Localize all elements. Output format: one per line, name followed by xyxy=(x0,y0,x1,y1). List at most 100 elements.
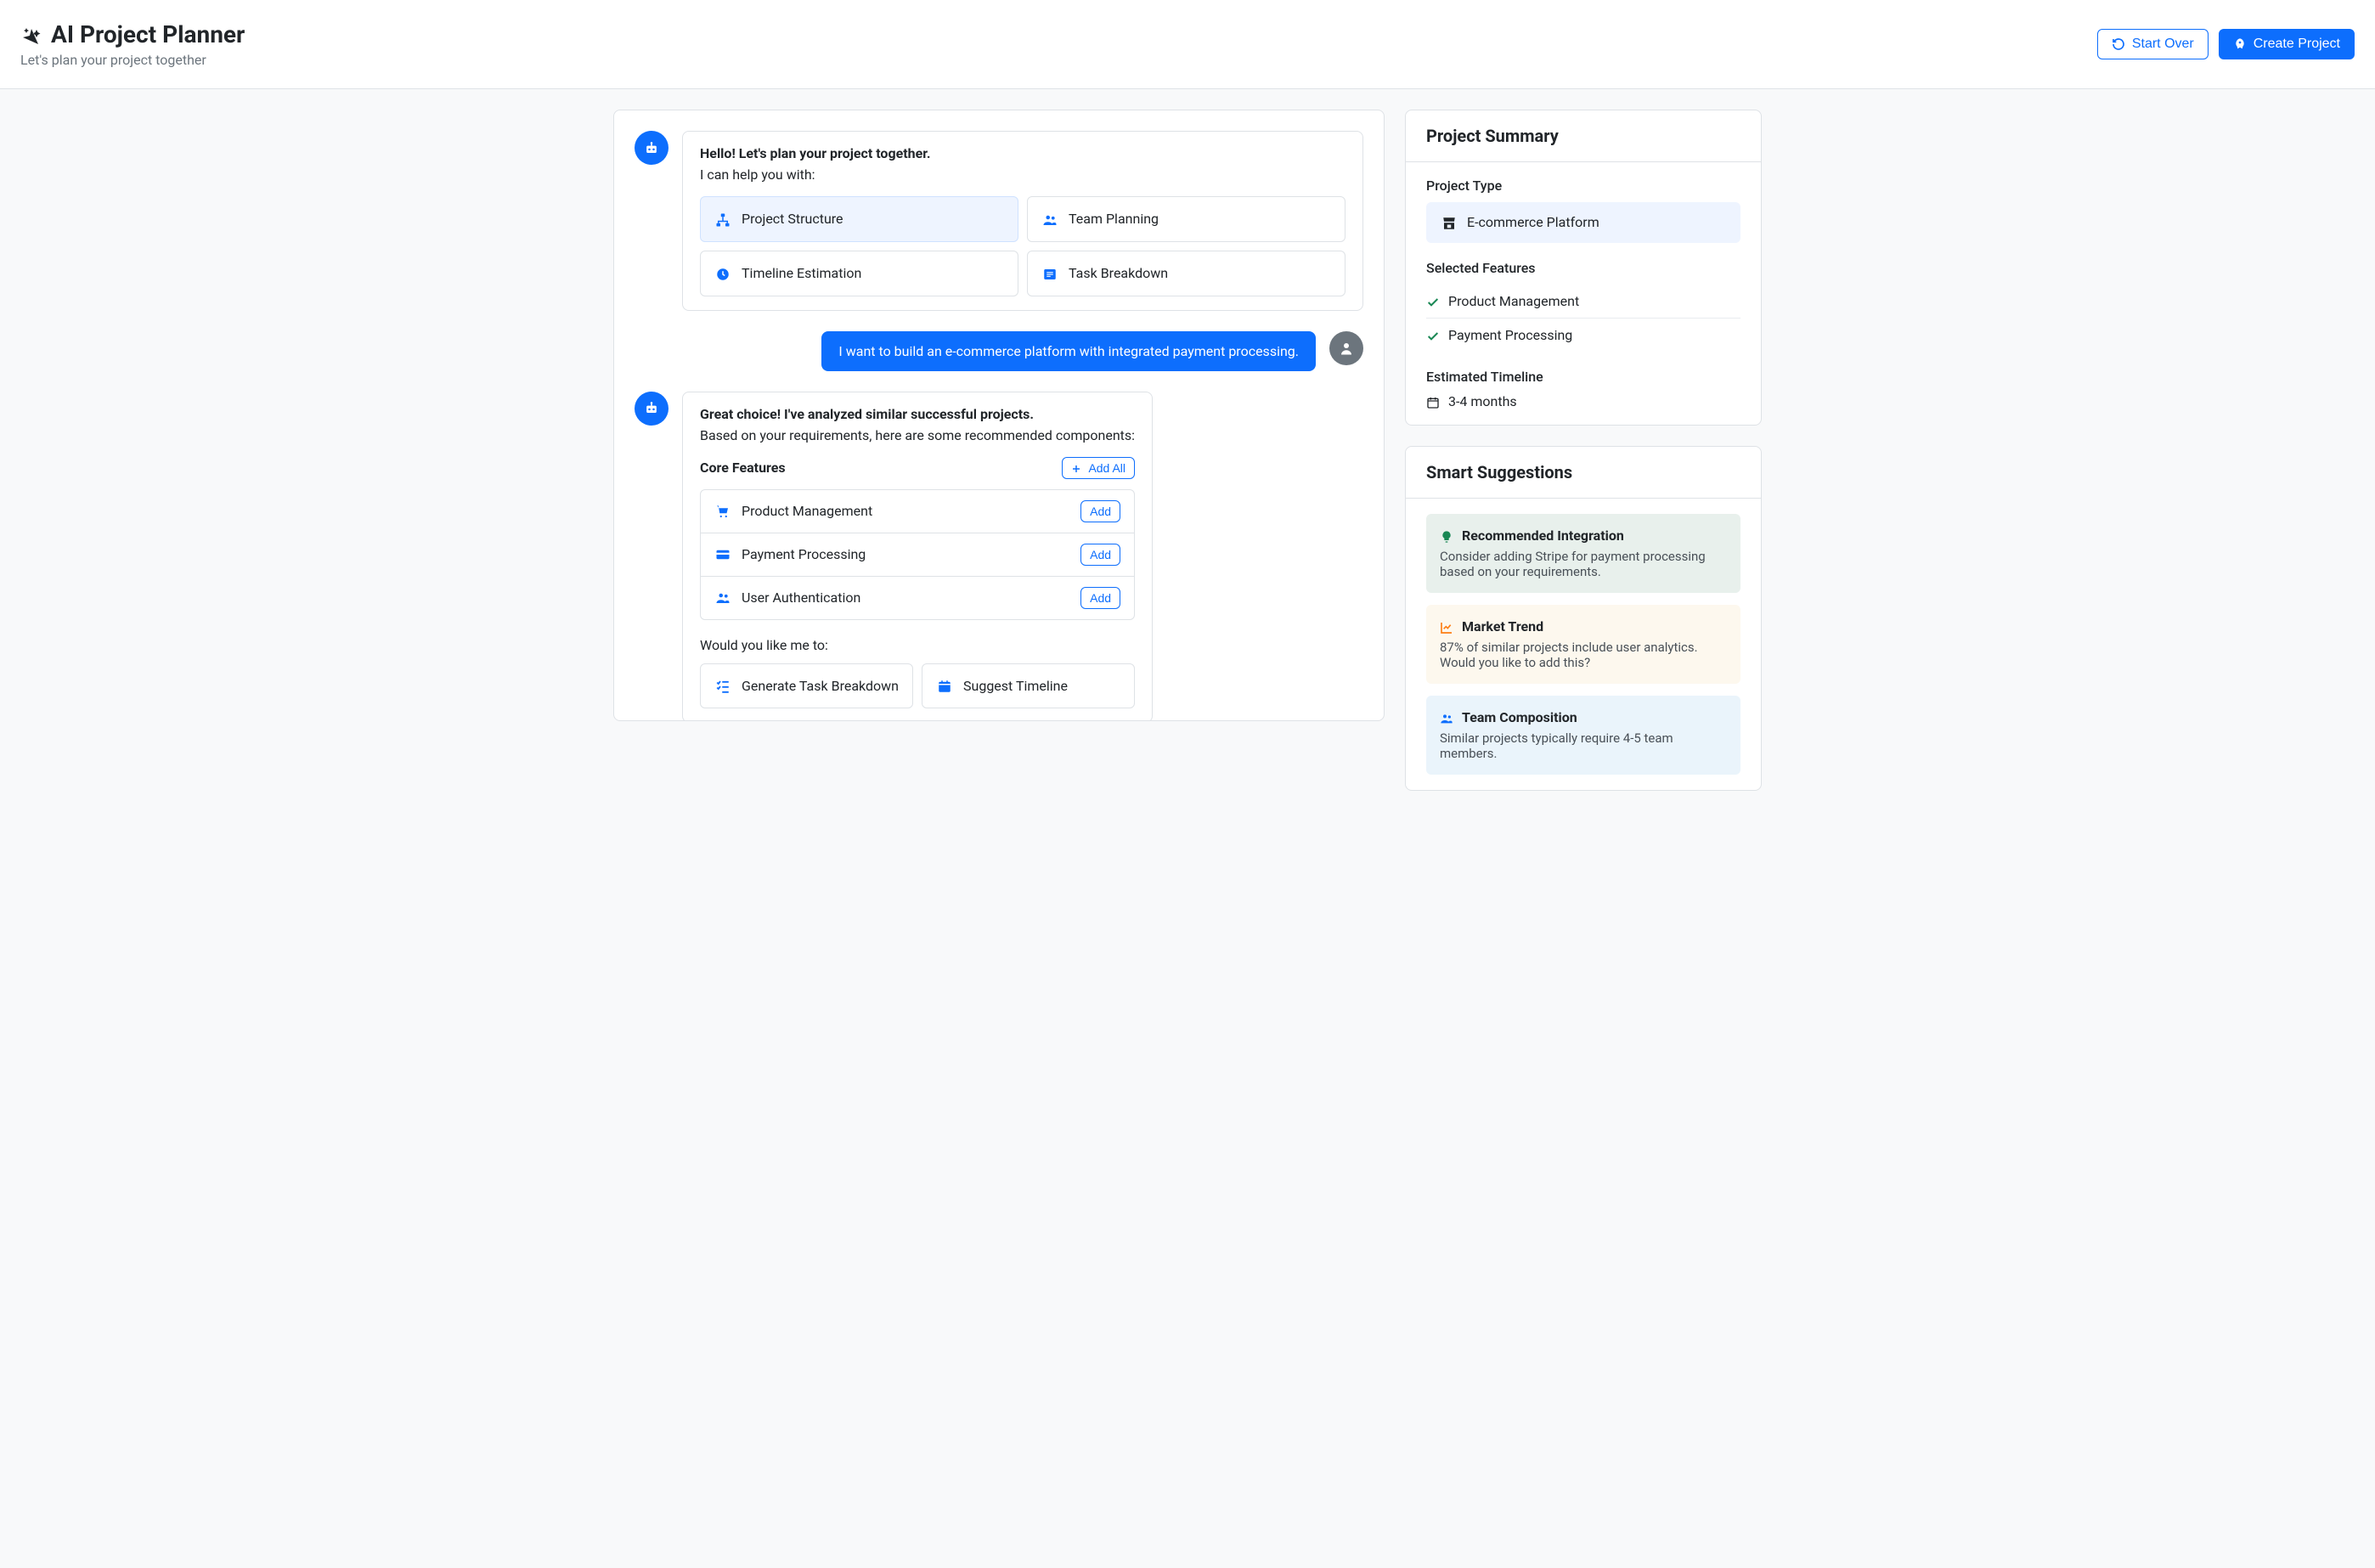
start-over-button[interactable]: Start Over xyxy=(2097,29,2209,59)
add-all-label: Add All xyxy=(1088,461,1125,475)
create-project-button[interactable]: Create Project xyxy=(2219,29,2355,59)
page-subtitle: Let's plan your project together xyxy=(20,52,245,68)
selected-feature-label: Payment Processing xyxy=(1448,327,1572,343)
sitemap-icon xyxy=(714,211,731,228)
project-summary-title: Project Summary xyxy=(1406,110,1761,162)
bot-avatar xyxy=(635,131,668,165)
add-all-button[interactable]: Add All xyxy=(1062,457,1135,479)
wand-icon xyxy=(20,20,41,48)
suggestion-item[interactable]: Recommended Integration Consider adding … xyxy=(1426,514,1740,593)
bot-help-text: I can help you with: xyxy=(700,166,1345,183)
selected-features-label: Selected Features xyxy=(1426,260,1740,276)
timeline-section: Estimated Timeline 3-4 months xyxy=(1426,369,1740,409)
option-suggest-timeline[interactable]: Suggest Timeline xyxy=(922,663,1135,709)
core-features-header: Core Features Add All xyxy=(700,457,1135,479)
selected-feature-item: Payment Processing xyxy=(1426,319,1740,352)
action-options: Generate Task Breakdown Suggest Timeline xyxy=(700,663,1135,709)
main-container: Hello! Let's plan your project together.… xyxy=(593,89,1782,811)
plus-icon xyxy=(1071,461,1081,475)
app-header: AI Project Planner Let's plan your proje… xyxy=(0,0,2375,89)
lightbulb-icon xyxy=(1440,527,1453,544)
option-team-planning[interactable]: Team Planning xyxy=(1027,196,1345,242)
page-title: AI Project Planner xyxy=(20,20,245,48)
feature-label: Payment Processing xyxy=(742,546,866,562)
project-type-label: Project Type xyxy=(1426,178,1740,194)
suggestion-body: Similar projects typically require 4-5 t… xyxy=(1440,730,1727,761)
add-feature-button[interactable]: Add xyxy=(1080,500,1120,522)
core-features-label: Core Features xyxy=(700,460,786,476)
add-feature-button[interactable]: Add xyxy=(1080,587,1120,609)
suggestion-title: Team Composition xyxy=(1440,709,1727,725)
option-project-structure[interactable]: Project Structure xyxy=(700,196,1018,242)
selected-feature-label: Product Management xyxy=(1448,293,1579,309)
smart-suggestions-card: Smart Suggestions Recommended Integratio… xyxy=(1405,446,1762,791)
shop-icon xyxy=(1441,214,1457,231)
users-icon xyxy=(1440,709,1453,725)
option-label: Timeline Estimation xyxy=(742,265,861,281)
project-summary-body: Project Type E-commerce Platform Selecte… xyxy=(1406,162,1761,425)
suggestion-title-text: Team Composition xyxy=(1462,709,1577,725)
create-project-label: Create Project xyxy=(2254,37,2340,52)
feature-label: User Authentication xyxy=(742,589,860,606)
option-timeline-estimation[interactable]: Timeline Estimation xyxy=(700,251,1018,296)
message-row: I want to build an e-commerce platform w… xyxy=(635,331,1363,371)
add-feature-button[interactable]: Add xyxy=(1080,544,1120,566)
bot-prompt-text: Would you like me to: xyxy=(700,637,1135,653)
bot-bubble: Hello! Let's plan your project together.… xyxy=(682,131,1363,311)
suggestion-title-text: Market Trend xyxy=(1462,618,1543,635)
timeline-value: 3-4 months xyxy=(1448,393,1517,409)
suggestion-body: 87% of similar projects include user ana… xyxy=(1440,640,1727,670)
feature-item-left: Product Management xyxy=(714,503,872,520)
smart-suggestions-title: Smart Suggestions xyxy=(1406,447,1761,499)
rotate-left-icon xyxy=(2112,37,2125,52)
project-summary-card: Project Summary Project Type E-commerce … xyxy=(1405,110,1762,426)
project-type-section: Project Type E-commerce Platform xyxy=(1426,178,1740,243)
smart-suggestions-body: Recommended Integration Consider adding … xyxy=(1406,499,1761,790)
users-icon xyxy=(1041,211,1058,228)
option-label: Suggest Timeline xyxy=(963,678,1068,694)
chart-line-icon xyxy=(1440,618,1453,635)
calendar-icon xyxy=(1426,393,1440,409)
suggestion-title: Recommended Integration xyxy=(1440,527,1727,544)
feature-item: User Authentication Add xyxy=(701,577,1134,619)
bot-avatar xyxy=(635,392,668,426)
option-generate-task-breakdown[interactable]: Generate Task Breakdown xyxy=(700,663,913,709)
project-type-value: E-commerce Platform xyxy=(1467,214,1599,230)
user-message-text: I want to build an e-commerce platform w… xyxy=(838,343,1299,359)
rocket-icon xyxy=(2233,37,2247,52)
suggestion-item[interactable]: Team Composition Similar projects typica… xyxy=(1426,696,1740,775)
user-avatar xyxy=(1329,331,1363,365)
selected-features-section: Selected Features Product Management Pay… xyxy=(1426,260,1740,352)
page-title-text: AI Project Planner xyxy=(51,20,245,48)
message-row: Hello! Let's plan your project together.… xyxy=(635,131,1363,311)
feature-item-left: User Authentication xyxy=(714,589,860,606)
message-row: Great choice! I've analyzed similar succ… xyxy=(635,392,1363,721)
sidebar: Project Summary Project Type E-commerce … xyxy=(1405,110,1762,791)
option-task-breakdown[interactable]: Task Breakdown xyxy=(1027,251,1345,296)
timeline-label: Estimated Timeline xyxy=(1426,369,1740,385)
option-label: Task Breakdown xyxy=(1069,265,1168,281)
option-label: Generate Task Breakdown xyxy=(742,678,899,694)
timeline-row: 3-4 months xyxy=(1426,393,1740,409)
bot-analysis-line1: Great choice! I've analyzed similar succ… xyxy=(700,406,1135,422)
suggestion-title-text: Recommended Integration xyxy=(1462,527,1624,544)
user-bubble: I want to build an e-commerce platform w… xyxy=(821,331,1316,371)
suggestion-item[interactable]: Market Trend 87% of similar projects inc… xyxy=(1426,605,1740,684)
feature-item: Payment Processing Add xyxy=(701,533,1134,577)
intro-options: Project Structure Team Planning Timeline… xyxy=(700,196,1345,296)
robot-icon xyxy=(643,138,660,156)
chat-panel: Hello! Let's plan your project together.… xyxy=(613,110,1385,721)
project-type-pill: E-commerce Platform xyxy=(1426,202,1740,243)
feature-item: Product Management Add xyxy=(701,490,1134,533)
check-icon xyxy=(1426,327,1440,343)
start-over-label: Start Over xyxy=(2132,37,2194,52)
cart-icon xyxy=(714,503,731,520)
users-icon xyxy=(714,589,731,606)
credit-card-icon xyxy=(714,546,731,563)
bot-bubble: Great choice! I've analyzed similar succ… xyxy=(682,392,1153,721)
feature-list: Product Management Add Payment Processin… xyxy=(700,489,1135,620)
header-left: AI Project Planner Let's plan your proje… xyxy=(20,20,245,68)
user-icon xyxy=(1339,339,1354,357)
feature-label: Product Management xyxy=(742,503,872,519)
option-label: Team Planning xyxy=(1069,211,1159,227)
